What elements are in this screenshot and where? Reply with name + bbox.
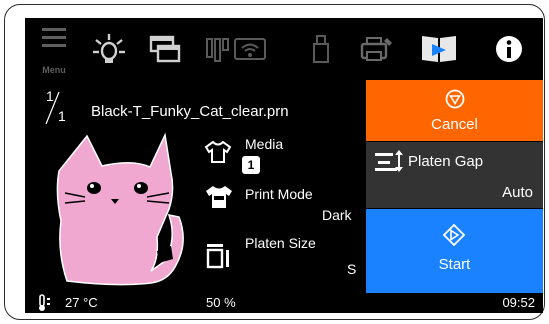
temperature-readout: 27 °C [65, 295, 98, 310]
percent-readout: 50 % [206, 295, 236, 310]
print-mode-value: Dark [322, 207, 352, 223]
job-counter-total: 1 [58, 108, 66, 124]
start-icon [442, 223, 466, 252]
windows-icon [148, 34, 182, 64]
wired-network-icon [203, 34, 233, 64]
book-icon [418, 32, 460, 66]
menu-icon [40, 25, 68, 49]
device-frame: Menu 1 1 Black-T_Funky_Cat_clear.prn Med… [4, 4, 545, 320]
start-label: Start [438, 256, 471, 273]
print-preview-image [47, 131, 195, 292]
cancel-label: Cancel [431, 116, 478, 133]
usb-memory-icon [309, 34, 333, 64]
platen-gap-value: Auto [502, 184, 533, 201]
platen-gap-button[interactable]: Platen Gap Auto [366, 142, 543, 208]
platen-size-icon [205, 240, 233, 275]
usb-status [301, 21, 341, 77]
thermometer-icon [37, 294, 53, 313]
cancel-icon [444, 88, 466, 115]
manual-button[interactable] [409, 21, 469, 77]
printer-status-button[interactable] [353, 21, 401, 77]
start-button[interactable]: Start [366, 209, 543, 293]
tshirt-media-icon [204, 140, 232, 169]
media-label: Media [245, 136, 284, 152]
menu-button[interactable]: Menu [27, 21, 81, 77]
platen-size-label: Platen Size [245, 235, 316, 251]
printer-screen: Menu 1 1 Black-T_Funky_Cat_clear.prn Med… [25, 18, 543, 313]
media-value-badge: 1 [242, 156, 260, 174]
cancel-button[interactable]: Cancel [366, 80, 543, 141]
light-icon [91, 32, 127, 66]
print-mode-label: Print Mode [245, 186, 313, 202]
info-button[interactable] [481, 21, 537, 77]
file-name: Black-T_Funky_Cat_clear.prn [91, 103, 289, 120]
network-status [195, 21, 275, 77]
wifi-icon [233, 34, 267, 64]
info-icon [493, 33, 525, 65]
printer-settings-icon [359, 34, 395, 64]
clock-time: 09:52 [502, 295, 535, 310]
platen-size-value: S [347, 261, 357, 277]
platen-gap-label: Platen Gap [408, 153, 484, 170]
windows-button[interactable] [141, 21, 189, 77]
tshirt-print-mode-icon [204, 184, 234, 215]
menu-label: Menu [42, 65, 66, 75]
top-icon-bar: Menu [25, 18, 543, 80]
status-bar: 27 °C 50 % 09:52 [25, 293, 543, 313]
head-light-button[interactable] [85, 21, 133, 77]
platen-gap-icon [373, 148, 405, 179]
